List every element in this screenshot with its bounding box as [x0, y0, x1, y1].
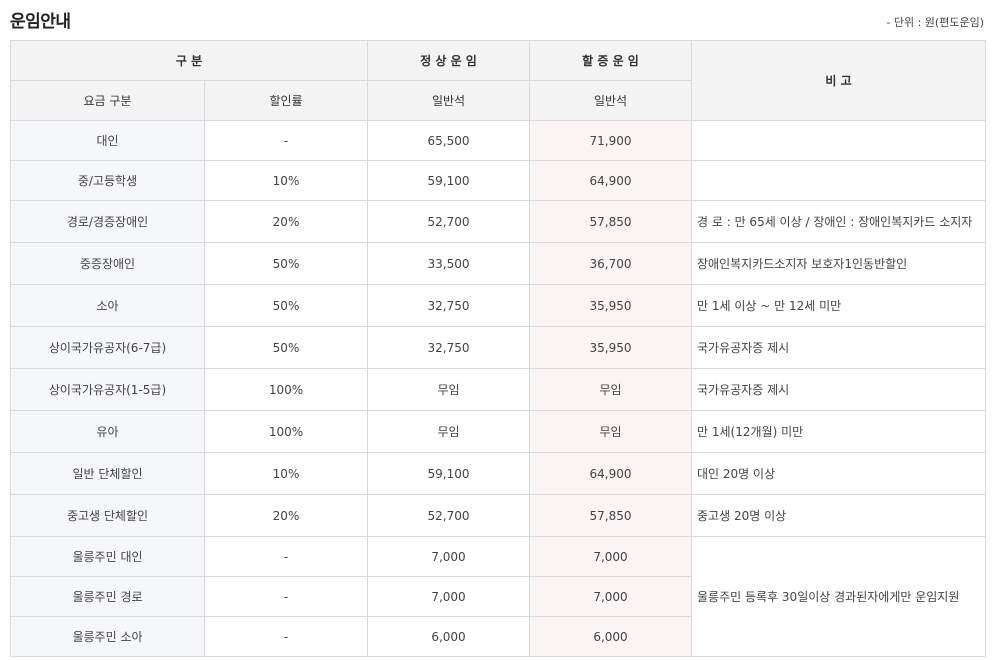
discount-rate-cell: 10% [203, 160, 369, 201]
header-surcharge-seat: 일반석 [529, 80, 693, 121]
table-row: 중증장애인 50% 33,500 36,700 장애인복지카드소지자 보호자1인… [10, 242, 987, 285]
discount-rate-cell: - [203, 120, 369, 161]
regular-fare-cell: 7,000 [367, 576, 531, 617]
surcharge-fare-cell: 35,950 [529, 284, 693, 327]
regular-fare-cell: 52,700 [367, 200, 531, 243]
page-title: 운임안내 [10, 12, 71, 32]
discount-rate-cell: - [203, 616, 369, 657]
header-regular-fare: 정 상 운 임 [367, 40, 531, 81]
table-row: 중/고등학생 10% 59,100 64,900 [10, 160, 987, 201]
header-discount-rate: 할인률 [203, 80, 369, 121]
discount-rate-cell: 50% [203, 326, 369, 369]
fare-type-cell: 상이국가유공자(6-7급) [10, 326, 205, 369]
table-row: 상이국가유공자(6-7급) 50% 32,750 35,950 국가유공자증 제… [10, 326, 987, 369]
regular-fare-cell: 6,000 [367, 616, 531, 657]
surcharge-fare-cell: 57,850 [529, 200, 693, 243]
discount-rate-cell: 100% [203, 368, 369, 411]
discount-rate-cell: 20% [203, 494, 369, 537]
regular-fare-cell: 32,750 [367, 284, 531, 327]
note-cell [691, 120, 987, 161]
surcharge-fare-cell: 7,000 [529, 536, 693, 577]
regular-fare-cell: 33,500 [367, 242, 531, 285]
regular-fare-cell: 65,500 [367, 120, 531, 161]
regular-fare-cell: 59,100 [367, 160, 531, 201]
table-row: 경로/경증장애인 20% 52,700 57,850 경 로 : 만 65세 이… [10, 200, 987, 243]
surcharge-fare-cell: 57,850 [529, 494, 693, 537]
header-regular-seat: 일반석 [367, 80, 531, 121]
note-cell: 만 1세(12개월) 미만 [691, 410, 987, 453]
discount-rate-cell: 50% [203, 242, 369, 285]
surcharge-fare-cell: 64,900 [529, 452, 693, 495]
fare-info-page: 운임안내 - 단위 : 원(편도운임) 구 분 정 상 운 임 할 증 운 임 … [0, 0, 1008, 660]
table-row: 대인 - 65,500 71,900 [10, 120, 987, 161]
fare-type-cell: 중/고등학생 [10, 160, 205, 201]
note-cell [691, 160, 987, 201]
surcharge-fare-cell: 64,900 [529, 160, 693, 201]
table-row: 상이국가유공자(1-5급) 100% 무임 무임 국가유공자증 제시 [10, 368, 987, 411]
header-note: 비 고 [691, 40, 987, 121]
regular-fare-cell: 32,750 [367, 326, 531, 369]
surcharge-fare-cell: 6,000 [529, 616, 693, 657]
note-cell: 만 1세 이상 ~ 만 12세 미만 [691, 284, 987, 327]
surcharge-fare-cell: 무임 [529, 368, 693, 411]
note-cell: 국가유공자증 제시 [691, 368, 987, 411]
fare-type-cell: 유아 [10, 410, 205, 453]
table-row: 일반 단체할인 10% 59,100 64,900 대인 20명 이상 [10, 452, 987, 495]
table-row: 유아 100% 무임 무임 만 1세(12개월) 미만 [10, 410, 987, 453]
surcharge-fare-cell: 71,900 [529, 120, 693, 161]
fare-type-cell: 경로/경증장애인 [10, 200, 205, 243]
surcharge-fare-cell: 36,700 [529, 242, 693, 285]
fare-type-cell: 울릉주민 대인 [10, 536, 205, 577]
note-cell: 경 로 : 만 65세 이상 / 장애인 : 장애인복지카드 소지자 [691, 200, 987, 243]
header-fare-type: 요금 구분 [10, 80, 205, 121]
regular-fare-cell: 7,000 [367, 536, 531, 577]
fare-type-cell: 중고생 단체할인 [10, 494, 205, 537]
fare-type-cell: 울릉주민 경로 [10, 576, 205, 617]
note-cell: 대인 20명 이상 [691, 452, 987, 495]
surcharge-fare-cell: 7,000 [529, 576, 693, 617]
table-row: 울릉주민 대인 - 7,000 7,000 울릉주민 등록후 30일이상 경과된… [10, 536, 987, 657]
fare-type-cell: 소아 [10, 284, 205, 327]
discount-rate-cell: 50% [203, 284, 369, 327]
fare-type-cell: 울릉주민 소아 [10, 616, 205, 657]
discount-rate-cell: - [203, 536, 369, 577]
regular-fare-cell: 무임 [367, 368, 531, 411]
header-group: 구 분 [9, 40, 369, 81]
discount-rate-cell: 10% [203, 452, 369, 495]
fare-type-cell: 대인 [10, 120, 205, 161]
fare-type-cell: 일반 단체할인 [10, 452, 205, 495]
regular-fare-cell: 59,100 [367, 452, 531, 495]
surcharge-fare-cell: 35,950 [529, 326, 693, 369]
regular-fare-cell: 52,700 [367, 494, 531, 537]
discount-rate-cell: 100% [203, 410, 369, 453]
surcharge-fare-cell: 무임 [529, 410, 693, 453]
table-row: 소아 50% 32,750 35,950 만 1세 이상 ~ 만 12세 미만 [10, 284, 987, 327]
fare-type-cell: 상이국가유공자(1-5급) [10, 368, 205, 411]
note-cell: 장애인복지카드소지자 보호자1인동반할인 [691, 242, 987, 285]
table-row: 중고생 단체할인 20% 52,700 57,850 중고생 20명 이상 [10, 494, 987, 537]
fare-type-cell: 중증장애인 [10, 242, 205, 285]
note-cell: 국가유공자증 제시 [691, 326, 987, 369]
discount-rate-cell: 20% [203, 200, 369, 243]
fare-table: 구 분 정 상 운 임 할 증 운 임 비 고 요금 구분 할인률 일반석 일반… [9, 40, 987, 657]
regular-fare-cell: 무임 [367, 410, 531, 453]
header-surcharge-fare: 할 증 운 임 [529, 40, 693, 81]
resident-note-cell: 울릉주민 등록후 30일이상 경과된자에게만 운임지원 [691, 536, 987, 657]
note-cell: 중고생 20명 이상 [691, 494, 987, 537]
unit-note: - 단위 : 원(편도운임) [886, 16, 984, 29]
discount-rate-cell: - [203, 576, 369, 617]
